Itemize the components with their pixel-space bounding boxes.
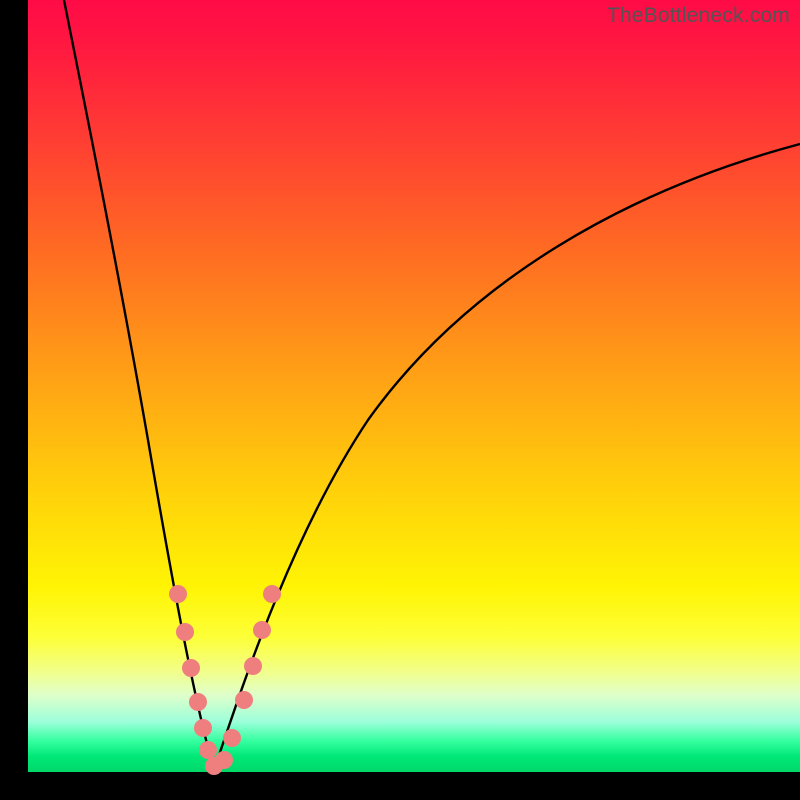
marker-dot [253, 621, 271, 639]
right-curve [214, 144, 800, 770]
marker-dot [235, 691, 253, 709]
marker-dot [169, 585, 187, 603]
marker-dot [176, 623, 194, 641]
marker-dot [215, 751, 233, 769]
chart-stage: TheBottleneck.com [0, 0, 800, 800]
marker-dot [263, 585, 281, 603]
marker-dot [223, 729, 241, 747]
marker-dot [199, 741, 217, 759]
marker-dot [194, 719, 212, 737]
marker-dot [244, 657, 262, 675]
marker-dot [182, 659, 200, 677]
marker-group [169, 585, 281, 775]
plot-area [28, 0, 800, 772]
curve-layer [28, 0, 800, 772]
attribution-text: TheBottleneck.com [607, 4, 790, 28]
marker-dot [189, 693, 207, 711]
left-curve [64, 0, 214, 770]
